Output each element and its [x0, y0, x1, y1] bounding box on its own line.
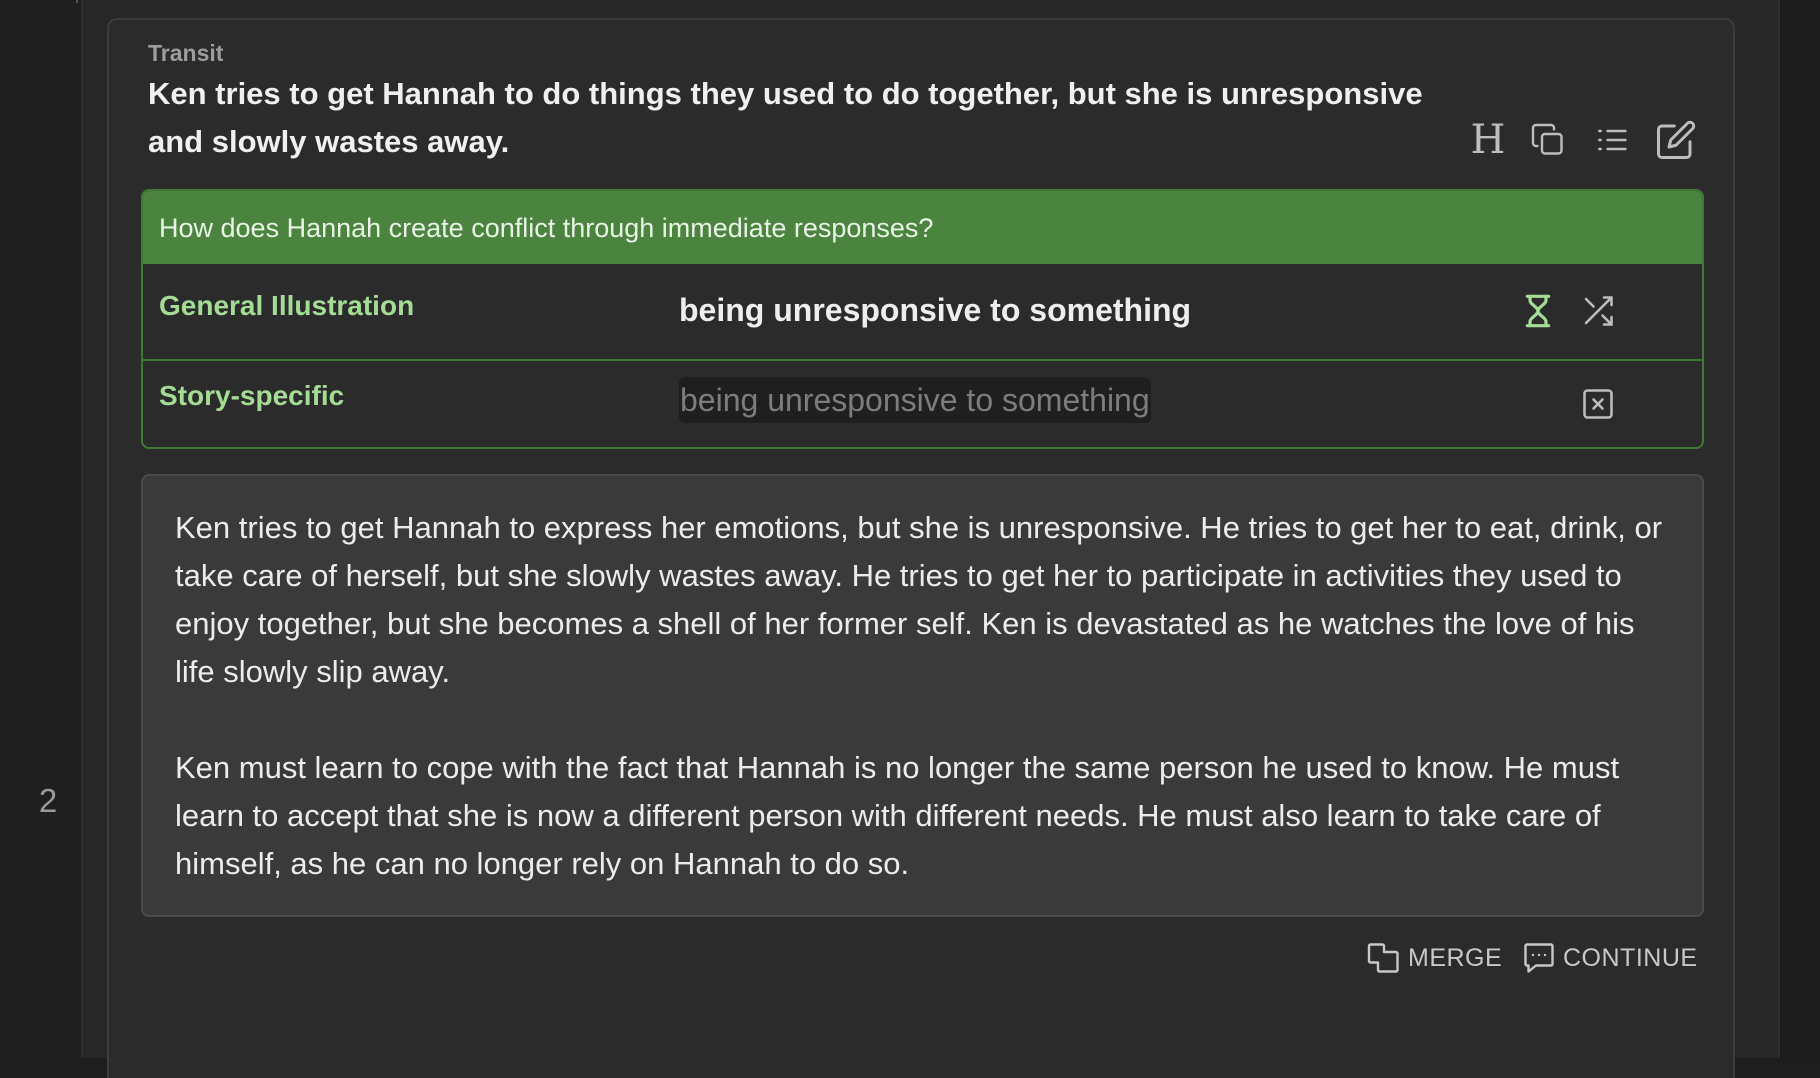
gutter-marker [76, 0, 78, 3]
edit-icon [1657, 120, 1696, 159]
shuffle-icon [1584, 296, 1613, 326]
row-divider [143, 359, 1702, 361]
question-panel: How does Hannah create conflict through … [141, 189, 1704, 449]
section-label: Transit [148, 40, 224, 66]
clear-button[interactable] [1578, 384, 1618, 424]
right-sidebar-strip [1778, 0, 1820, 1058]
story-specific-input[interactable]: being unresponsive to something [679, 377, 1151, 423]
continue-label: CONTINUE [1563, 943, 1698, 972]
hourglass-icon [1525, 294, 1551, 328]
continue-button[interactable]: CONTINUE [1521, 938, 1698, 978]
heading-icon: H [1470, 117, 1506, 163]
merge-button[interactable]: MERGE [1366, 938, 1502, 978]
question-header: How does Hannah create conflict through … [143, 191, 1702, 264]
chat-icon [1524, 943, 1554, 973]
story-text-panel[interactable]: Ken tries to get Hannah to express her e… [141, 474, 1704, 917]
heading-button[interactable]: H [1462, 112, 1514, 168]
copy-button[interactable] [1522, 112, 1574, 168]
beat-title[interactable]: Ken tries to get Hannah to do things the… [148, 70, 1468, 166]
line-number: 2 [38, 782, 58, 819]
clear-icon [1583, 389, 1613, 419]
hourglass-button[interactable] [1518, 291, 1558, 331]
edit-button[interactable] [1650, 112, 1702, 168]
merge-icon [1367, 943, 1399, 973]
general-illustration-value: being unresponsive to something [679, 292, 1192, 328]
line-gutter: 2 [0, 0, 83, 1058]
question-text: How does Hannah create conflict through … [159, 213, 934, 243]
copy-icon [1531, 123, 1563, 155]
list-button[interactable] [1586, 112, 1638, 168]
beat-toolbar: H [1462, 112, 1702, 168]
list-icon [1598, 129, 1627, 151]
general-illustration-label: General Illustration [159, 290, 415, 321]
story-paragraph: Ken tries to get Hannah to express her e… [175, 510, 1663, 689]
story-specific-label: Story-specific [159, 380, 345, 411]
shuffle-button[interactable] [1578, 291, 1618, 331]
story-paragraph: Ken must learn to cope with the fact tha… [175, 750, 1620, 881]
merge-label: MERGE [1408, 943, 1503, 972]
